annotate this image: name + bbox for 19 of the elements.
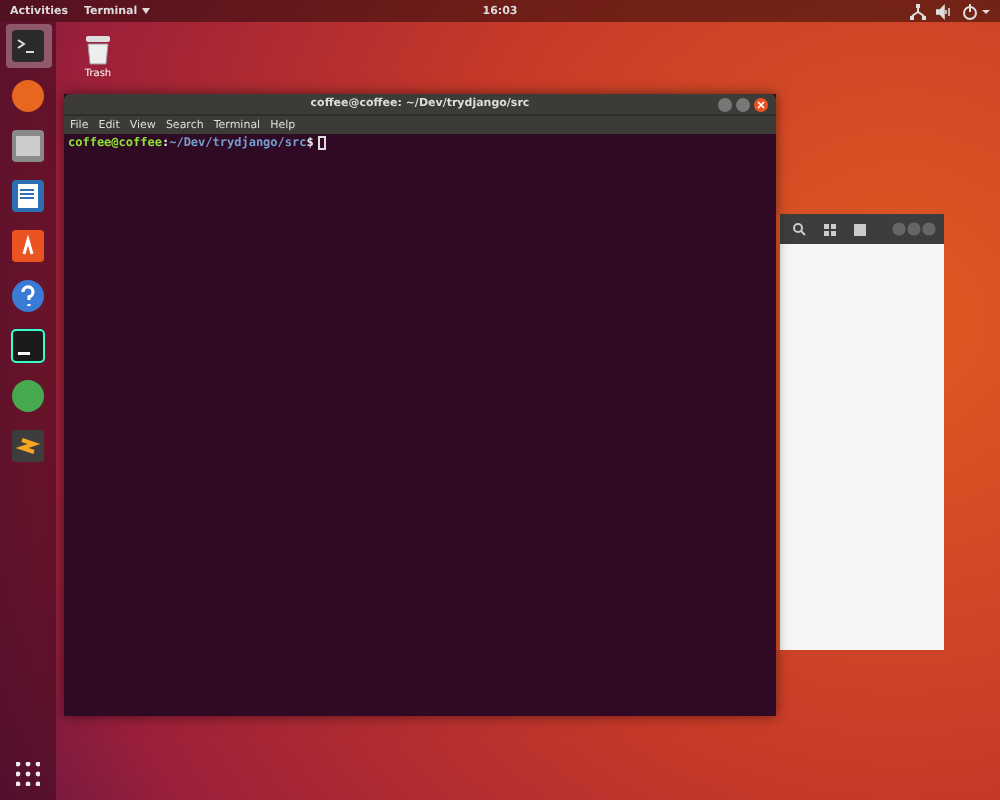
dock-item[interactable]	[5, 324, 51, 368]
network-icon[interactable]	[910, 3, 926, 19]
caret-icon	[141, 7, 150, 13]
trash-icon[interactable]	[84, 34, 112, 66]
ide-icon	[10, 328, 46, 364]
terminal-icon	[10, 28, 46, 64]
app-icon	[10, 428, 46, 464]
text-cursor	[317, 136, 326, 150]
circle-app-icon	[10, 378, 46, 414]
document-icon	[10, 178, 46, 214]
minimize-icon[interactable]	[718, 97, 732, 111]
power-icon[interactable]	[962, 3, 990, 19]
volume-icon[interactable]	[936, 3, 952, 19]
grid-view-icon[interactable]	[824, 223, 836, 235]
help-icon	[10, 278, 46, 314]
app-grid-icon[interactable]	[16, 762, 40, 786]
close-icon[interactable]	[754, 97, 768, 111]
circle-app-icon	[10, 78, 46, 114]
search-icon[interactable]	[792, 222, 806, 236]
